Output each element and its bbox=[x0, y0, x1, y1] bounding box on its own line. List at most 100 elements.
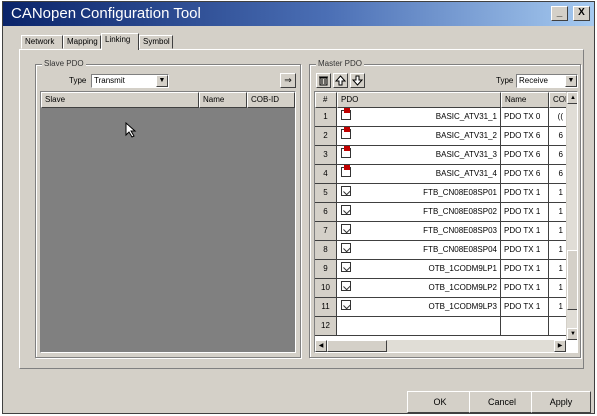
slave-type-select[interactable]: Transmit ▼ bbox=[91, 74, 169, 88]
row-index: 10 bbox=[315, 279, 337, 298]
main-window: CANopen Configuration Tool _ X Network M… bbox=[2, 1, 595, 414]
pdo-cell[interactable]: BASIC_ATV31_4 bbox=[337, 165, 501, 184]
pdo-cell[interactable]: OTB_1CODM9LP2 bbox=[337, 279, 501, 298]
name-column-header[interactable]: Name bbox=[199, 92, 247, 108]
pdo-tx-icon bbox=[341, 300, 351, 310]
move-down-button[interactable] bbox=[350, 73, 365, 88]
tab-linking[interactable]: Linking bbox=[101, 33, 139, 50]
pdo-tx-icon bbox=[341, 224, 351, 234]
vertical-scrollbar[interactable]: ▲ ▼ bbox=[566, 92, 577, 340]
pdo-name: BASIC_ATV31_1 bbox=[435, 112, 497, 121]
link-pdo-button[interactable]: ⇒ bbox=[280, 73, 296, 88]
chevron-down-icon[interactable]: ▼ bbox=[565, 75, 577, 87]
pdo-cell[interactable]: FTB_CN08E08SP04 bbox=[337, 241, 501, 260]
pdo-cell[interactable]: FTB_CN08E08SP02 bbox=[337, 203, 501, 222]
table-row[interactable]: 11 OTB_1CODM9LP3 PDO TX 11 bbox=[315, 298, 577, 317]
table-row[interactable]: 3 BASIC_ATV31_3 PDO TX 66 bbox=[315, 146, 577, 165]
table-row[interactable]: 2 BASIC_ATV31_2 PDO TX 66 bbox=[315, 127, 577, 146]
cobid-column-header[interactable]: COB-ID bbox=[247, 92, 295, 108]
h-scroll-thumb[interactable] bbox=[327, 340, 387, 352]
pdo-tx-icon bbox=[341, 262, 351, 272]
name-cell bbox=[501, 317, 549, 336]
master-type-value: Receive bbox=[519, 76, 548, 85]
minimize-button[interactable]: _ bbox=[551, 6, 568, 21]
table-row[interactable]: 6 FTB_CN08E08SP02 PDO TX 11 bbox=[315, 203, 577, 222]
cob-column-header[interactable]: COB- bbox=[549, 92, 567, 108]
tab-symbol[interactable]: Symbol bbox=[139, 35, 173, 49]
apply-button[interactable]: Apply bbox=[531, 391, 591, 413]
pdo-cell[interactable]: OTB_1CODM9LP1 bbox=[337, 260, 501, 279]
table-row[interactable]: 8 FTB_CN08E08SP04 PDO TX 11 bbox=[315, 241, 577, 260]
table-row[interactable]: 10 OTB_1CODM9LP2 PDO TX 11 bbox=[315, 279, 577, 298]
table-row[interactable]: 12 bbox=[315, 317, 577, 336]
pdo-cell[interactable]: BASIC_ATV31_1 bbox=[337, 108, 501, 127]
pdo-name: OTB_1CODM9LP3 bbox=[428, 302, 497, 311]
pdo-name: OTB_1CODM9LP1 bbox=[428, 264, 497, 273]
name-cell: PDO TX 1 bbox=[501, 222, 549, 241]
table-row[interactable]: 5 FTB_CN08E08SP01 PDO TX 11 bbox=[315, 184, 577, 203]
scroll-down-icon[interactable]: ▼ bbox=[567, 328, 577, 340]
slave-pdo-list[interactable]: Slave Name COB-ID bbox=[40, 91, 296, 353]
cob-cell: 1 bbox=[549, 241, 567, 260]
pdo-cell[interactable]: OTB_1CODM9LP3 bbox=[337, 298, 501, 317]
pdo-cell[interactable]: FTB_CN08E08SP03 bbox=[337, 222, 501, 241]
name-cell: PDO TX 6 bbox=[501, 146, 549, 165]
slave-pdo-group-label: Slave PDO bbox=[42, 59, 86, 68]
pdo-cell[interactable]: FTB_CN08E08SP01 bbox=[337, 184, 501, 203]
master-type-label: Type bbox=[496, 76, 514, 85]
pdo-cell[interactable]: BASIC_ATV31_3 bbox=[337, 146, 501, 165]
table-row[interactable]: 9 OTB_1CODM9LP1 PDO TX 11 bbox=[315, 260, 577, 279]
cob-cell: 1 bbox=[549, 184, 567, 203]
scroll-right-icon[interactable]: ▶ bbox=[554, 340, 566, 352]
title-bar[interactable]: CANopen Configuration Tool _ X bbox=[3, 2, 594, 26]
close-button[interactable]: X bbox=[573, 6, 590, 21]
pdo-rx-icon bbox=[341, 127, 351, 139]
scroll-up-icon[interactable]: ▲ bbox=[567, 92, 577, 104]
pdo-column-header[interactable]: PDO bbox=[337, 92, 501, 108]
cancel-button[interactable]: Cancel bbox=[469, 391, 535, 413]
chevron-down-icon[interactable]: ▼ bbox=[156, 75, 168, 87]
name-cell: PDO TX 1 bbox=[501, 279, 549, 298]
pdo-tx-icon bbox=[341, 281, 351, 291]
tab-network[interactable]: Network bbox=[21, 35, 63, 49]
name-cell: PDO TX 1 bbox=[501, 298, 549, 317]
delete-button[interactable] bbox=[316, 73, 331, 88]
cob-cell bbox=[549, 317, 567, 336]
cob-cell: 6 bbox=[549, 127, 567, 146]
name-column-header[interactable]: Name bbox=[501, 92, 549, 108]
row-index: 7 bbox=[315, 222, 337, 241]
pdo-cell[interactable]: BASIC_ATV31_2 bbox=[337, 127, 501, 146]
table-row[interactable]: 1 BASIC_ATV31_1 PDO TX 0(( bbox=[315, 108, 577, 127]
slave-type-label: Type bbox=[69, 76, 87, 85]
master-pdo-grid[interactable]: # PDO Name COB- 1 BASIC_ATV31_1 PDO TX 0((… bbox=[314, 91, 578, 353]
name-cell: PDO TX 1 bbox=[501, 241, 549, 260]
arrow-up-icon bbox=[334, 75, 347, 86]
cob-cell: 1 bbox=[549, 222, 567, 241]
slave-pdo-group: Slave PDO Type Transmit ▼ ⇒ Slave Name C… bbox=[35, 59, 301, 358]
scroll-left-icon[interactable]: ◀ bbox=[315, 340, 327, 352]
table-row[interactable]: 4 BASIC_ATV31_4 PDO TX 66 bbox=[315, 165, 577, 184]
pdo-name: BASIC_ATV31_3 bbox=[435, 150, 497, 159]
table-row[interactable]: 7 FTB_CN08E08SP03 PDO TX 11 bbox=[315, 222, 577, 241]
trash-icon bbox=[319, 76, 328, 86]
row-index: 11 bbox=[315, 298, 337, 317]
name-cell: PDO TX 1 bbox=[501, 260, 549, 279]
row-index: 1 bbox=[315, 108, 337, 127]
row-index: 3 bbox=[315, 146, 337, 165]
ok-button[interactable]: OK bbox=[407, 391, 473, 413]
cob-cell: 1 bbox=[549, 203, 567, 222]
index-column-header: # bbox=[315, 92, 337, 108]
master-type-select[interactable]: Receive ▼ bbox=[516, 74, 578, 88]
linking-panel: Slave PDO Type Transmit ▼ ⇒ Slave Name C… bbox=[19, 49, 584, 369]
arrow-down-icon bbox=[351, 75, 364, 86]
pdo-name: FTB_CN08E08SP03 bbox=[423, 226, 497, 235]
cob-cell: 6 bbox=[549, 146, 567, 165]
tab-mapping[interactable]: Mapping bbox=[63, 35, 101, 49]
horizontal-scrollbar[interactable]: ◀ ▶ bbox=[315, 340, 566, 352]
slave-column-header[interactable]: Slave bbox=[41, 92, 199, 108]
row-index: 6 bbox=[315, 203, 337, 222]
move-up-button[interactable] bbox=[333, 73, 348, 88]
pdo-cell[interactable] bbox=[337, 317, 501, 336]
pdo-tx-icon bbox=[341, 243, 351, 253]
scroll-thumb[interactable] bbox=[567, 250, 577, 310]
